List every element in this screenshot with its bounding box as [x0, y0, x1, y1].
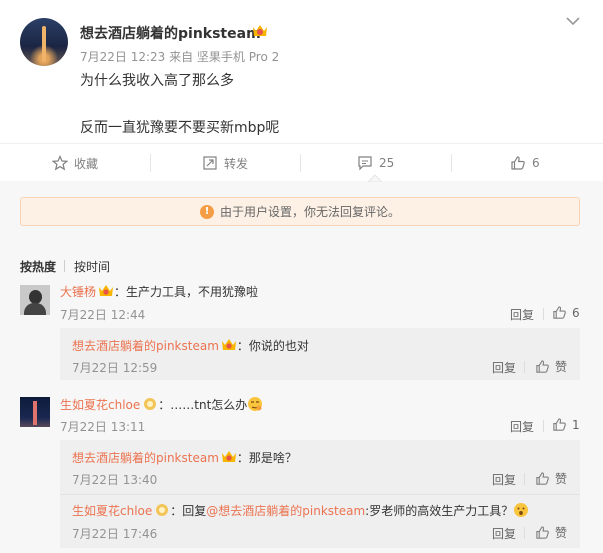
reply-disabled-notice: ! 由于用户设置，你无法回复评论。	[20, 197, 580, 226]
notice-text: 由于用户设置，你无法回复评论。	[219, 205, 400, 219]
comment: 生如夏花chloe ：……tnt怎么办	[60, 396, 263, 413]
reply-button[interactable]: 回复	[510, 418, 534, 435]
thumbs-up-icon	[536, 472, 549, 485]
vip-badge-icon	[99, 285, 114, 296]
reply-text: :罗老师的高效生产力工具？	[365, 504, 514, 518]
commenter-avatar[interactable]	[20, 397, 50, 427]
vip-badge-icon	[253, 25, 267, 36]
comment-time: 7月22日 13:11	[60, 420, 146, 434]
author-avatar[interactable]	[20, 18, 68, 66]
reply-time: 7月22日 12:59	[72, 361, 158, 375]
reply-label: 回复	[492, 361, 517, 375]
favorite-label: 收藏	[74, 156, 99, 171]
like-count: 6	[532, 156, 540, 170]
reply-like-button[interactable]: 赞	[535, 524, 567, 541]
reply-text: ：你说的也对	[236, 339, 309, 353]
replier-name[interactable]: 想去酒店躺着的pinksteam	[72, 339, 219, 353]
comment: 大锤杨 ：生产力工具，不用犹豫啦	[60, 283, 258, 300]
reply-time: 7月22日 13:40	[72, 473, 158, 487]
reply: 生如夏花chloe ：回复@想去酒店躺着的pinksteam:罗老师的高效生产力工…	[72, 502, 529, 519]
like-label: 赞	[555, 360, 568, 374]
reply-text: ：那是啥？	[236, 451, 297, 465]
divider	[60, 494, 580, 495]
replier-name[interactable]: 想去酒店躺着的pinksteam	[72, 451, 219, 465]
comment-text: ：生产力工具，不用犹豫啦	[114, 285, 259, 299]
commenter-name[interactable]: 大锤杨	[60, 285, 96, 299]
comment-count: 25	[379, 156, 395, 170]
post-text-line: 为什么我收入高了那么多	[80, 73, 234, 89]
chevron-down-icon[interactable]	[566, 16, 580, 26]
divider	[300, 154, 301, 172]
post-text-line: 反而一直犹豫要不要买新mbp呢	[80, 120, 280, 136]
reply-like-button[interactable]: 赞	[535, 358, 567, 375]
divider	[524, 473, 525, 485]
favorite-button[interactable]: 收藏	[52, 144, 98, 182]
thumbs-up-icon	[553, 306, 566, 319]
reply-time: 7月22日 17:46	[72, 527, 158, 541]
sort-by-time[interactable]: 按时间	[74, 258, 110, 275]
comment-time: 7月22日 12:44	[60, 308, 146, 322]
caret-up-icon	[368, 174, 382, 182]
post-meta: 7月22日 12:23 来自 坚果手机 Pro 2	[80, 50, 280, 64]
reply: 想去酒店躺着的pinksteam ：那是啥？	[72, 449, 297, 466]
like-label: 赞	[555, 526, 568, 540]
thumbs-up-icon	[511, 156, 525, 170]
repost-icon	[203, 156, 217, 170]
warning-icon: !	[199, 204, 214, 219]
divider	[150, 154, 151, 172]
reply-label: 回复	[492, 473, 517, 487]
thumbs-up-icon	[536, 360, 549, 373]
commenter-avatar[interactable]	[20, 285, 50, 315]
like-button[interactable]: 6	[510, 144, 540, 182]
comment-like-count: 1	[572, 417, 580, 432]
comment-like-button[interactable]: 1	[552, 417, 580, 432]
sort-by-hot[interactable]: 按热度	[20, 258, 56, 275]
reply-label: 回复	[510, 308, 535, 322]
like-label: 赞	[555, 472, 568, 486]
divider	[543, 420, 544, 432]
reply-text-prefix: ：回复	[170, 504, 207, 518]
divider	[543, 308, 544, 320]
vip-badge-icon	[221, 451, 236, 462]
reply-button[interactable]: 回复	[492, 471, 516, 488]
divider	[524, 361, 525, 373]
post-card: 想去酒店躺着的pinksteam 7月22日 12:23 来自 坚果手机 Pro…	[0, 0, 603, 143]
thumbs-up-icon	[553, 418, 566, 431]
action-bar: 收藏 转发 25 6	[0, 143, 603, 181]
author-name[interactable]: 想去酒店躺着的pinksteam	[80, 23, 261, 43]
badge-icon	[156, 504, 169, 516]
badge-icon	[144, 398, 157, 410]
divider	[64, 260, 65, 272]
reply-button[interactable]: 回复	[492, 525, 516, 542]
reply-like-button[interactable]: 赞	[535, 470, 567, 487]
comment-like-count: 6	[572, 305, 580, 320]
divider	[524, 527, 525, 539]
reply-label: 回复	[510, 420, 535, 434]
reply: 想去酒店躺着的pinksteam ：你说的也对	[72, 337, 309, 354]
surprised-emoji-icon	[514, 503, 529, 517]
repost-button[interactable]: 转发	[202, 144, 248, 182]
commenter-name[interactable]: 生如夏花chloe	[60, 398, 140, 412]
divider	[451, 154, 452, 172]
comment-like-button[interactable]: 6	[552, 305, 580, 320]
comment-text: ：……tnt怎么办	[158, 398, 248, 412]
thumbs-up-icon	[536, 526, 549, 539]
repost-label: 转发	[224, 156, 249, 171]
smirk-emoji-icon	[248, 397, 263, 411]
reply-button[interactable]: 回复	[510, 306, 534, 323]
replier-name[interactable]: 生如夏花chloe	[72, 504, 152, 518]
reply-button[interactable]: 回复	[492, 359, 516, 376]
mention-link[interactable]: @想去酒店躺着的pinksteam	[206, 504, 365, 518]
comment-icon	[358, 156, 372, 171]
star-icon	[52, 155, 68, 171]
reply-label: 回复	[492, 527, 517, 541]
vip-badge-icon	[221, 339, 236, 350]
